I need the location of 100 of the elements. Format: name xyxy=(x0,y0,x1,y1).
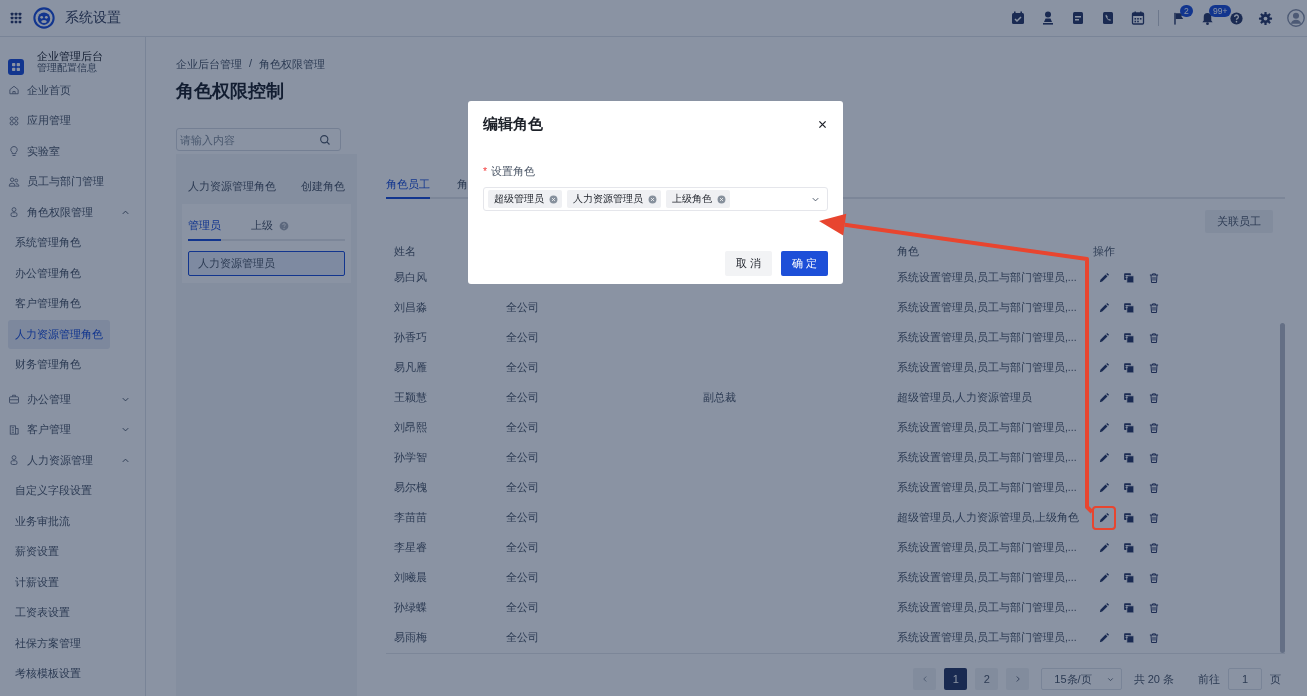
table-cell-text: 全公司 xyxy=(506,361,540,375)
trash-icon xyxy=(1148,272,1160,284)
role-list-item[interactable]: 人力资源管理员 xyxy=(188,251,345,276)
nav-subitem[interactable]: 工资表设置 xyxy=(8,598,77,628)
nav-subitem[interactable]: 薪资设置 xyxy=(8,537,66,567)
close-icon[interactable] xyxy=(817,119,828,130)
calendar-check-icon[interactable] xyxy=(1010,10,1026,26)
breadcrumb-link[interactable]: 角色权限管理 xyxy=(259,57,326,72)
tag-label: 人力资源管理员 xyxy=(573,192,643,206)
copy-icon xyxy=(1123,452,1135,464)
nav-subitem[interactable]: 业务审批流 xyxy=(8,506,77,536)
breadcrumb-link[interactable]: 企业后台管理 xyxy=(176,57,242,72)
cancel-button[interactable]: 取 消 xyxy=(724,251,772,276)
apps-icon xyxy=(8,59,24,75)
nav-item[interactable]: 实验室 xyxy=(8,143,60,159)
phone-book-icon[interactable] xyxy=(1100,10,1116,26)
tab[interactable]: 角色员工 xyxy=(386,177,430,199)
tab[interactable]: 管理员 xyxy=(188,218,221,241)
role-group-title: 人力资源管理角色 xyxy=(188,179,276,194)
tag-label: 超级管理员 xyxy=(494,192,544,206)
trash-icon xyxy=(1148,572,1160,584)
trash-icon xyxy=(1148,392,1160,404)
table-cell-text: 系统设置管理员,员工与部门管理员,... xyxy=(897,421,1078,435)
create-role-link[interactable]: 创建角色 xyxy=(301,179,345,194)
pencil-icon xyxy=(1098,422,1110,434)
calendar-icon[interactable] xyxy=(1130,10,1146,26)
stamp-icon[interactable] xyxy=(1040,10,1056,26)
table-cell-text: 系统设置管理员,员工与部门管理员,... xyxy=(897,301,1078,315)
page-size-select[interactable]: 15条/页 xyxy=(1041,668,1122,690)
org-subtitle: 管理配置信息 xyxy=(37,62,98,74)
goto-label: 前往 xyxy=(1198,671,1220,687)
breadcrumb-separator: / xyxy=(249,57,253,71)
tab[interactable]: 上级 xyxy=(251,218,289,241)
table-cell-text: 系统设置管理员,员工与部门管理员,... xyxy=(897,481,1078,495)
nav-item[interactable]: 客户管理 xyxy=(8,422,71,438)
nav-subitem[interactable]: 系统管理角色 xyxy=(8,228,88,258)
table-cell-text: 全公司 xyxy=(506,331,540,345)
highlighted-edit-button[interactable] xyxy=(1092,506,1116,530)
tab[interactable]: 角 xyxy=(457,177,468,199)
trash-icon xyxy=(1148,302,1160,314)
table-cell-text: 全公司 xyxy=(506,481,540,495)
nav-subitem[interactable]: 考核模板设置 xyxy=(8,659,88,689)
trash-icon xyxy=(1148,482,1160,494)
pencil-icon xyxy=(1098,602,1110,614)
pencil-icon xyxy=(1098,452,1110,464)
settings-icon[interactable] xyxy=(1258,10,1273,26)
column-header: 角色 xyxy=(897,245,920,259)
home-icon xyxy=(8,84,20,97)
flag-icon[interactable] xyxy=(1171,10,1186,26)
grid-menu-icon[interactable] xyxy=(9,11,23,25)
briefcase-icon xyxy=(8,393,20,406)
help-icon[interactable] xyxy=(1229,10,1244,26)
copy-icon xyxy=(1123,302,1135,314)
nav-subitem[interactable]: 人力资源管理角色 xyxy=(8,319,110,349)
pencil-icon xyxy=(1098,392,1110,404)
nav-item[interactable]: 应用管理 xyxy=(8,113,71,129)
nav-subitem[interactable]: 办公管理角色 xyxy=(8,258,88,288)
table-cell-text: 超级管理员,人力资源管理员,上级角色 xyxy=(897,511,1080,525)
bulb-icon xyxy=(8,145,20,158)
copy-icon xyxy=(1123,632,1135,644)
table-cell-text: 全公司 xyxy=(506,451,540,465)
nav-item[interactable]: 办公管理 xyxy=(8,391,71,407)
field-label: 设置角色 xyxy=(491,165,536,179)
table-cell-text: 全公司 xyxy=(506,301,540,315)
remove-icon[interactable] xyxy=(648,194,657,204)
table-cell-text: 孙学智 xyxy=(394,451,428,465)
scrollbar[interactable] xyxy=(1280,323,1285,653)
nav-subitem[interactable]: 客户管理角色 xyxy=(8,289,88,319)
role-select[interactable]: 超级管理员 人力资源管理员 上级角色 xyxy=(483,187,828,211)
link-staff-button[interactable]: 关联员工 xyxy=(1205,210,1273,233)
document-icon[interactable] xyxy=(1070,10,1086,26)
table-cell-text: 系统设置管理员,员工与部门管理员,... xyxy=(897,571,1078,585)
table-cell-text: 全公司 xyxy=(506,511,540,525)
table-cell-text: 王颖慧 xyxy=(394,391,428,405)
tag-label: 上级角色 xyxy=(672,192,712,206)
apps-icon xyxy=(8,114,20,127)
remove-icon[interactable] xyxy=(549,194,558,204)
table-cell-text: 李苗苗 xyxy=(394,511,428,525)
page-input[interactable]: 1 xyxy=(1228,668,1262,690)
copy-icon xyxy=(1123,332,1135,344)
nav-item[interactable]: 人力资源管理 xyxy=(8,452,93,468)
remove-icon[interactable] xyxy=(717,194,726,204)
confirm-button[interactable]: 确 定 xyxy=(780,251,828,276)
nav-subitem[interactable]: 社保方案管理 xyxy=(8,628,88,658)
table-cell-text: 李星睿 xyxy=(394,541,428,555)
copy-icon xyxy=(1123,542,1135,554)
copy-icon xyxy=(1123,602,1135,614)
table-cell-text: 全公司 xyxy=(506,631,540,645)
page-button[interactable]: 1 xyxy=(944,668,968,690)
table-cell-text: 系统设置管理员,员工与部门管理员,... xyxy=(897,361,1078,375)
required-mark: * xyxy=(483,165,488,179)
nav-item[interactable]: 角色权限管理 xyxy=(8,204,93,220)
nav-subitem[interactable]: 财务管理角色 xyxy=(8,350,88,380)
nav-subitem[interactable]: 计薪设置 xyxy=(8,567,66,597)
nav-subitem[interactable]: 自定义字段设置 xyxy=(8,476,99,506)
nav-item[interactable]: 企业首页 xyxy=(8,82,71,98)
page-button[interactable]: 2 xyxy=(975,668,999,690)
nav-item[interactable]: 员工与部门管理 xyxy=(8,174,104,190)
bell-icon[interactable] xyxy=(1200,10,1215,26)
pencil-icon xyxy=(1098,632,1110,644)
